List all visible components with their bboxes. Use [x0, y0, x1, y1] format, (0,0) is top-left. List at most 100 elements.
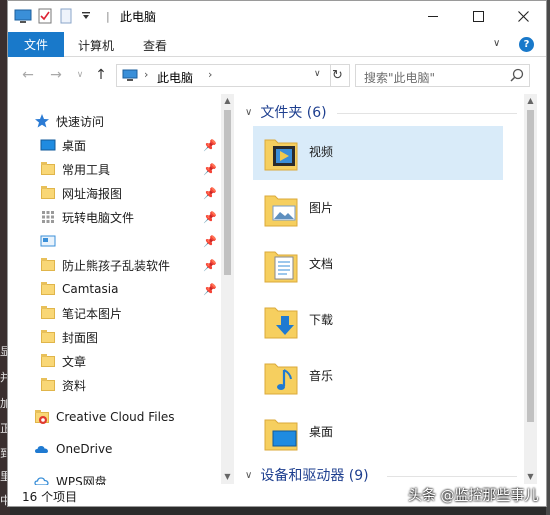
scrollbar-thumb[interactable]	[224, 110, 231, 275]
computer-icon	[122, 69, 138, 85]
chevron-down-icon[interactable]: ∨	[245, 107, 252, 118]
desktop-icon	[263, 414, 299, 452]
content-scrollbar[interactable]: ▲ ▼	[524, 94, 537, 484]
address-bar[interactable]: › 此电脑 › ∨	[116, 64, 331, 87]
nav-label: 资料	[62, 378, 87, 393]
ribbon-tabs: 文件 计算机 查看 ∨ ?	[8, 32, 546, 57]
nav-item-folder[interactable]: Camtasia	[40, 278, 118, 300]
chevron-right-icon[interactable]: ›	[144, 68, 148, 81]
title-bar: | 此电脑	[8, 1, 546, 32]
group-divider	[387, 476, 517, 477]
desktop-icon	[40, 137, 56, 153]
nav-label: 网址海报图	[62, 186, 123, 201]
group-title: 设备和驱动器 (9)	[260, 468, 369, 484]
nav-onedrive[interactable]: OneDrive	[34, 438, 112, 460]
folder-tile-pictures[interactable]: 图片	[253, 182, 503, 236]
nav-item-folder[interactable]: 玩转电脑文件	[40, 206, 134, 228]
breadcrumb-this-pc[interactable]: 此电脑	[157, 69, 193, 86]
nav-quick-access[interactable]: 快速访问	[34, 110, 104, 132]
folder-tile-videos[interactable]: 视频	[253, 126, 503, 180]
nav-item-folder[interactable]: 文章	[40, 350, 86, 372]
recent-locations-icon[interactable]: ∨	[70, 70, 90, 80]
image-icon	[40, 233, 56, 249]
help-icon[interactable]: ?	[519, 37, 534, 52]
pin-icon[interactable]: 📌	[203, 211, 217, 224]
navigation-bar: ← → ∨ ↑ › 此电脑 › ∨ ↻ 搜索"此电脑"	[8, 58, 546, 94]
download-icon	[263, 302, 299, 340]
video-icon	[263, 134, 299, 172]
pictures-icon	[263, 190, 299, 228]
pin-icon[interactable]: 📌	[203, 259, 217, 272]
quick-access-dropdown-icon[interactable]	[80, 7, 92, 25]
search-box[interactable]: 搜索"此电脑"	[355, 64, 530, 87]
tab-computer[interactable]: 计算机	[78, 37, 114, 54]
nav-item-folder[interactable]: 防止熊孩子乱装软件	[40, 254, 170, 276]
creative-cloud-icon	[34, 409, 50, 425]
search-icon[interactable]	[509, 67, 525, 86]
nav-label: 桌面	[62, 138, 87, 153]
nav-item-image[interactable]	[40, 230, 62, 252]
pin-icon[interactable]: 📌	[203, 235, 217, 248]
nav-label: Camtasia	[62, 282, 119, 296]
nav-item-folder[interactable]: 常用工具	[40, 158, 110, 180]
content-pane: ∨ 文件夹 (6) 视频 图片 文档 下载 音乐 桌面 ∨ 设备和驱动器 (9)	[237, 94, 537, 484]
nav-label: 文章	[62, 354, 87, 369]
group-divider	[337, 113, 517, 114]
scroll-down-icon[interactable]: ▼	[221, 472, 234, 481]
close-button[interactable]	[501, 1, 546, 32]
scroll-up-icon[interactable]: ▲	[221, 96, 234, 105]
nav-item-desktop[interactable]: 桌面	[40, 134, 86, 156]
computer-icon[interactable]	[14, 7, 32, 25]
group-header-drives[interactable]: ∨ 设备和驱动器 (9)	[245, 465, 369, 485]
scroll-up-icon[interactable]: ▲	[524, 96, 537, 105]
tab-view[interactable]: 查看	[143, 37, 167, 54]
nav-label: 玩转电脑文件	[62, 210, 135, 225]
nav-item-folder[interactable]: 资料	[40, 374, 86, 396]
nav-item-folder[interactable]: 封面图	[40, 326, 98, 348]
up-arrow-icon[interactable]: ↑	[91, 67, 111, 83]
folder-icon	[40, 353, 56, 369]
item-count: 16 个项目	[22, 490, 78, 504]
expand-ribbon-icon[interactable]: ∨	[493, 38, 500, 49]
chevron-down-icon[interactable]: ∨	[245, 470, 252, 481]
music-icon	[263, 358, 299, 396]
search-placeholder: 搜索"此电脑"	[364, 71, 436, 85]
nav-item-folder[interactable]: 笔记本图片	[40, 302, 122, 324]
folder-tile-downloads[interactable]: 下载	[253, 294, 503, 348]
folder-icon	[40, 329, 56, 345]
refresh-button[interactable]: ↻	[326, 64, 350, 87]
folder-icon	[40, 281, 56, 297]
pin-icon[interactable]: 📌	[203, 139, 217, 152]
nav-label: Creative Cloud Files	[56, 410, 175, 424]
nav-pane-scrollbar[interactable]: ▲ ▼	[221, 94, 234, 484]
new-folder-icon[interactable]	[60, 7, 72, 25]
nav-item-folder[interactable]: 网址海报图	[40, 182, 122, 204]
grid-icon	[40, 209, 56, 225]
back-arrow-icon[interactable]: ←	[18, 67, 38, 83]
cloud-icon	[34, 441, 50, 457]
folder-tile-documents[interactable]: 文档	[253, 238, 503, 292]
folder-icon	[40, 185, 56, 201]
scrollbar-thumb[interactable]	[527, 110, 534, 422]
forward-arrow-icon[interactable]: →	[46, 67, 66, 83]
group-header-folders[interactable]: ∨ 文件夹 (6)	[245, 102, 327, 122]
nav-creative-cloud[interactable]: Creative Cloud Files	[34, 406, 175, 428]
folder-icon	[40, 257, 56, 273]
pin-icon[interactable]: 📌	[203, 187, 217, 200]
folder-icon	[40, 377, 56, 393]
maximize-button[interactable]	[456, 1, 501, 32]
pin-icon[interactable]: 📌	[203, 283, 217, 296]
chevron-down-icon[interactable]: ∨	[314, 69, 321, 79]
pin-icon[interactable]: 📌	[203, 163, 217, 176]
tab-file[interactable]: 文件	[8, 32, 64, 57]
scroll-down-icon[interactable]: ▼	[524, 472, 537, 481]
group-title: 文件夹 (6)	[260, 105, 327, 121]
properties-icon[interactable]	[38, 7, 52, 25]
folder-icon	[40, 161, 56, 177]
chevron-right-icon[interactable]: ›	[208, 68, 212, 81]
nav-label: 快速访问	[56, 114, 105, 129]
minimize-button[interactable]	[411, 1, 456, 32]
folder-tile-music[interactable]: 音乐	[253, 350, 503, 404]
folder-label: 图片	[309, 201, 334, 215]
folder-tile-desktop[interactable]: 桌面	[253, 406, 503, 460]
